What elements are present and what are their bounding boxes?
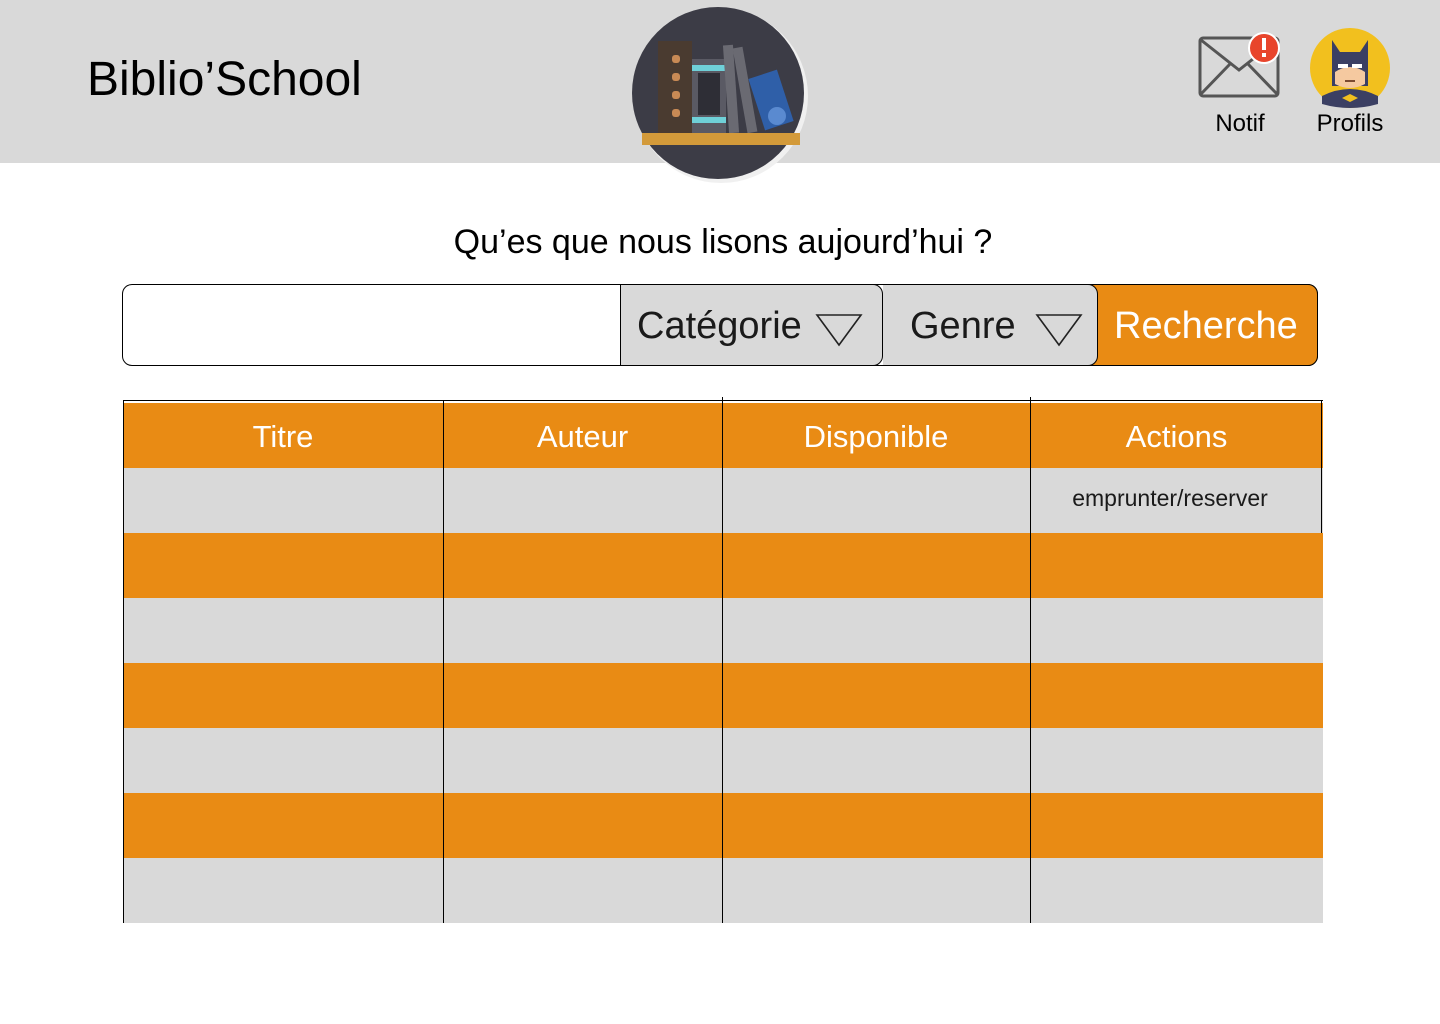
- chevron-down-icon: [1035, 314, 1083, 347]
- table-right-border: [1321, 400, 1322, 533]
- search-button-label: Recherche: [1114, 305, 1298, 347]
- table-row[interactable]: [123, 728, 1323, 793]
- table-left-border: [123, 400, 124, 923]
- genre-select[interactable]: Genre: [883, 284, 1098, 366]
- search-bar: Recherche Genre Catégorie: [122, 284, 1318, 366]
- table-row[interactable]: [123, 858, 1323, 923]
- profile-button[interactable]: Profils: [1308, 26, 1392, 140]
- chevron-down-icon: [815, 314, 863, 347]
- search-button[interactable]: Recherche: [1082, 284, 1318, 366]
- borrow-reserve-link[interactable]: emprunter/reserver: [1030, 485, 1310, 511]
- app-header: Biblio’School Notif Profils: [0, 0, 1440, 183]
- batman-avatar: [1310, 28, 1390, 108]
- table-row[interactable]: [123, 663, 1323, 728]
- table-row[interactable]: [123, 533, 1323, 598]
- genre-select-label: Genre: [910, 305, 1016, 347]
- col-header-disponible[interactable]: Disponible: [722, 403, 1030, 468]
- profile-label: Profils: [1316, 110, 1384, 137]
- books-table: Titre Auteur Disponible Actions emprunte…: [123, 397, 1323, 923]
- table-header: Titre Auteur Disponible Actions: [123, 403, 1323, 468]
- col-header-titre[interactable]: Titre: [123, 403, 443, 468]
- category-select[interactable]: Catégorie: [620, 284, 883, 366]
- table-top-border: [123, 400, 1323, 401]
- column-divider: [1030, 397, 1031, 923]
- table-row[interactable]: [123, 793, 1323, 858]
- column-divider: [722, 397, 723, 923]
- bookshelf-logo: [632, 7, 808, 183]
- table-row[interactable]: [123, 598, 1323, 663]
- search-question: Qu’es que nous lisons aujourd’hui ?: [453, 223, 993, 261]
- category-select-label: Catégorie: [637, 305, 802, 347]
- app-title: Biblio’School: [87, 53, 362, 106]
- col-header-auteur[interactable]: Auteur: [443, 403, 722, 468]
- notif-label: Notif: [1215, 110, 1265, 137]
- column-divider: [443, 400, 444, 923]
- envelope-alert-icon: [1198, 32, 1280, 98]
- notifications-button[interactable]: Notif: [1198, 30, 1282, 140]
- col-header-actions[interactable]: Actions: [1030, 403, 1323, 468]
